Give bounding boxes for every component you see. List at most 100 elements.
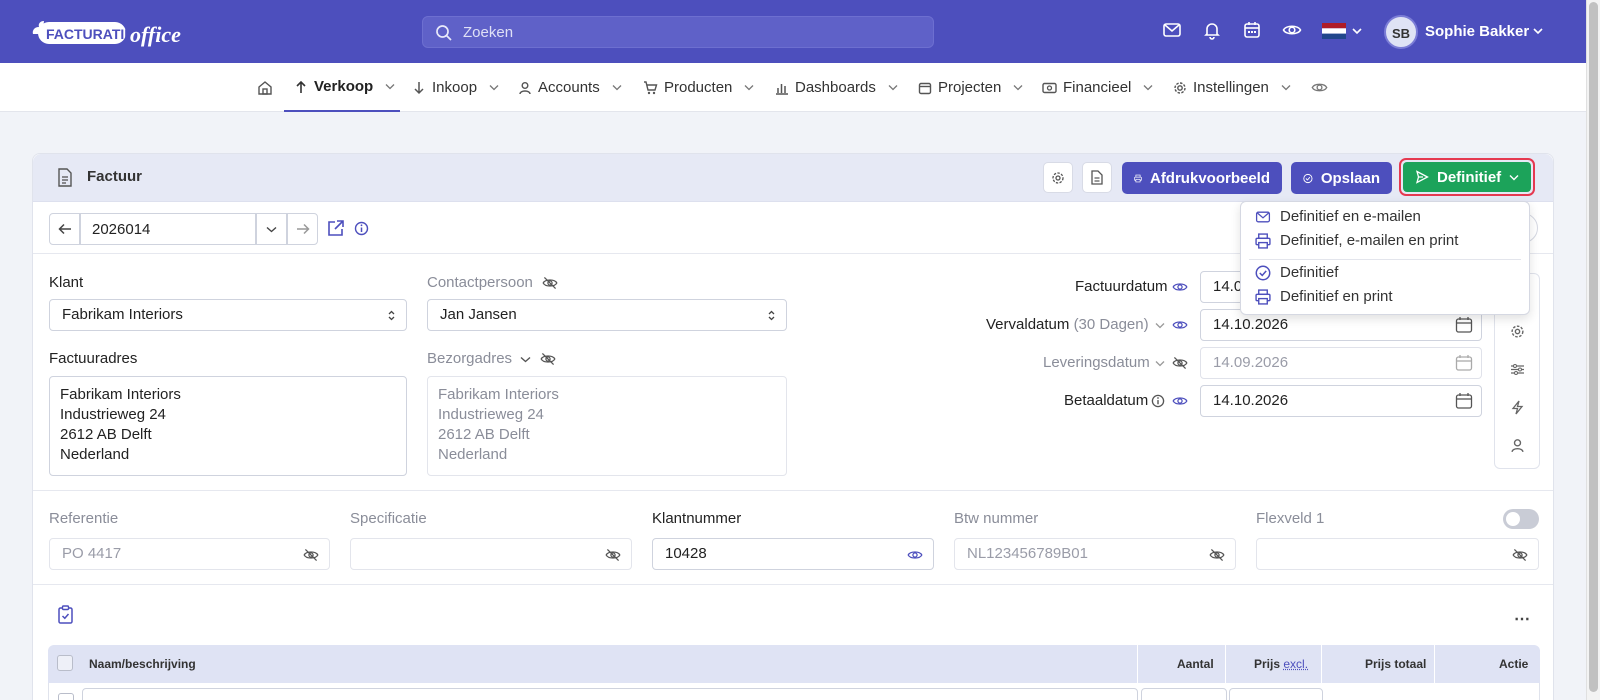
nav-item-instellingen[interactable]: Instellingen [1173,63,1291,112]
nav-item-projecten[interactable]: Projecten [918,63,1023,112]
nav-label: Projecten [938,79,1001,96]
eye-off-icon[interactable] [540,351,556,367]
eye-off-icon[interactable] [1172,355,1188,371]
arrow-up-icon [294,80,308,94]
invoice-number-field[interactable]: 2026014 [80,213,256,245]
sliders-icon[interactable] [1510,362,1525,377]
payment-date-field[interactable]: 14.10.2026 [1200,385,1482,417]
col-qty-header[interactable]: Aantal [1177,645,1214,683]
customer-number-field[interactable]: 10428 [652,538,934,570]
print-preview-button[interactable]: Afdrukvoorbeeld [1122,162,1282,194]
client-label: Klant [49,274,83,291]
reference-placeholder: PO 4417 [62,545,121,562]
chevron-down-icon[interactable] [1155,322,1165,329]
col-price-header[interactable]: Prijs excl. [1254,645,1308,683]
flexfield-label: Flexveld 1 [1256,510,1324,527]
column-separator [1321,645,1322,683]
address-line: Industrieweg 24 [438,405,776,425]
calendar-icon [1455,354,1473,372]
chevron-down-icon[interactable] [1155,360,1165,367]
nav-item-producten[interactable]: Producten [643,63,754,112]
user-name[interactable]: Sophie Bakker [1425,23,1529,40]
eye-off-icon[interactable] [542,275,558,291]
search-input[interactable] [463,17,923,47]
chevron-down-icon[interactable] [1352,27,1362,35]
nav-item-financieel[interactable]: Financieel [1042,63,1153,112]
contact-select[interactable]: Jan Jansen [427,299,787,331]
more-options-icon[interactable]: ⋯ [1514,609,1531,629]
menu-item-finalize-email[interactable]: Definitief en e-mailen [1255,208,1421,225]
nav-item-accounts[interactable]: Accounts [518,63,622,112]
billing-address-field[interactable]: Fabrikam Interiors Industrieweg 24 2612 … [49,376,407,476]
row-name-input[interactable] [82,688,1138,700]
menu-item-finalize-email-print[interactable]: Definitief, e-mailen en print [1255,232,1458,249]
save-label: Opslaan [1321,170,1380,187]
menu-item-label: Definitief en e-mailen [1280,208,1421,225]
dutch-flag-icon[interactable] [1322,23,1346,39]
nav-item-inkoop[interactable]: Inkoop [412,63,499,112]
chevron-down-icon [1281,84,1291,91]
eye-off-icon [1209,547,1225,563]
menu-item-finalize[interactable]: Definitief [1255,264,1338,281]
info-icon[interactable] [1151,394,1165,408]
due-date-text: Vervaldatum [986,316,1069,333]
col-total-header[interactable]: Prijs totaal [1365,645,1426,683]
row-qty-input[interactable] [1141,688,1227,700]
chevron-down-icon[interactable] [1533,27,1543,35]
flexfield-field[interactable] [1256,538,1539,570]
row-price-input[interactable] [1229,688,1323,700]
column-separator [1225,645,1226,683]
mail-icon[interactable] [1162,20,1182,40]
nav-item-verkoop[interactable]: Verkoop [284,63,400,112]
chevron-down-icon[interactable] [520,356,531,363]
toggle-knob [1506,512,1520,526]
bell-icon[interactable] [1202,20,1222,40]
settings-button[interactable] [1043,162,1073,193]
info-icon[interactable] [354,221,369,236]
delivery-address-field[interactable]: Fabrikam Interiors Industrieweg 24 2612 … [427,376,787,476]
finalize-button[interactable]: Definitief [1399,158,1535,196]
menu-item-finalize-print[interactable]: Definitief en print [1255,288,1393,305]
invoice-number-dropdown[interactable] [256,213,287,245]
gear-icon[interactable] [1510,324,1525,339]
select-all-checkbox[interactable] [57,655,73,671]
eye-icon[interactable] [1172,317,1188,333]
sort-icon [387,309,396,322]
row-checkbox[interactable] [58,693,74,700]
lightning-icon[interactable] [1510,400,1525,415]
pdf-button[interactable] [1082,162,1112,193]
vertical-scrollbar[interactable] [1586,0,1600,700]
client-select[interactable]: Fabrikam Interiors [49,299,407,331]
eye-icon[interactable] [1311,63,1328,112]
scrollbar-thumb[interactable] [1589,2,1598,692]
col-name-header[interactable]: Naam/beschrijving [89,645,196,683]
finalize-label: Definitief [1437,169,1501,186]
menu-item-label: Definitief, e-mailen en print [1280,232,1458,249]
home-icon[interactable] [257,63,273,112]
clipboard-check-icon[interactable] [57,605,74,624]
print-preview-label: Afdrukvoorbeeld [1150,170,1270,187]
avatar[interactable]: SB [1384,15,1418,49]
column-separator [1137,645,1138,683]
save-button[interactable]: Opslaan [1291,162,1392,194]
eye-icon[interactable] [1172,279,1188,295]
next-invoice-button[interactable] [287,213,318,245]
calendar-icon[interactable] [1242,20,1262,40]
search-bar[interactable] [422,16,934,48]
user-icon[interactable] [1510,438,1525,453]
reference-field[interactable]: PO 4417 [49,538,330,570]
divider [33,584,1553,585]
external-link-icon[interactable] [327,219,345,237]
gear-icon [1051,171,1065,185]
vat-number-field[interactable]: NL123456789B01 [954,538,1236,570]
facturatie-office-logo[interactable]: FACTURATIE office [30,12,206,52]
nav-item-dashboards[interactable]: Dashboards [775,63,898,112]
delivery-date-field[interactable]: 14.09.2026 [1200,347,1482,379]
flexfield-toggle[interactable] [1503,509,1539,529]
delivery-date-label: Leveringsdatum [1043,354,1150,371]
divider [33,490,1553,491]
specification-field[interactable] [350,538,632,570]
eye-icon[interactable] [1172,393,1188,409]
eye-icon[interactable] [1282,20,1302,40]
previous-invoice-button[interactable] [49,213,80,245]
